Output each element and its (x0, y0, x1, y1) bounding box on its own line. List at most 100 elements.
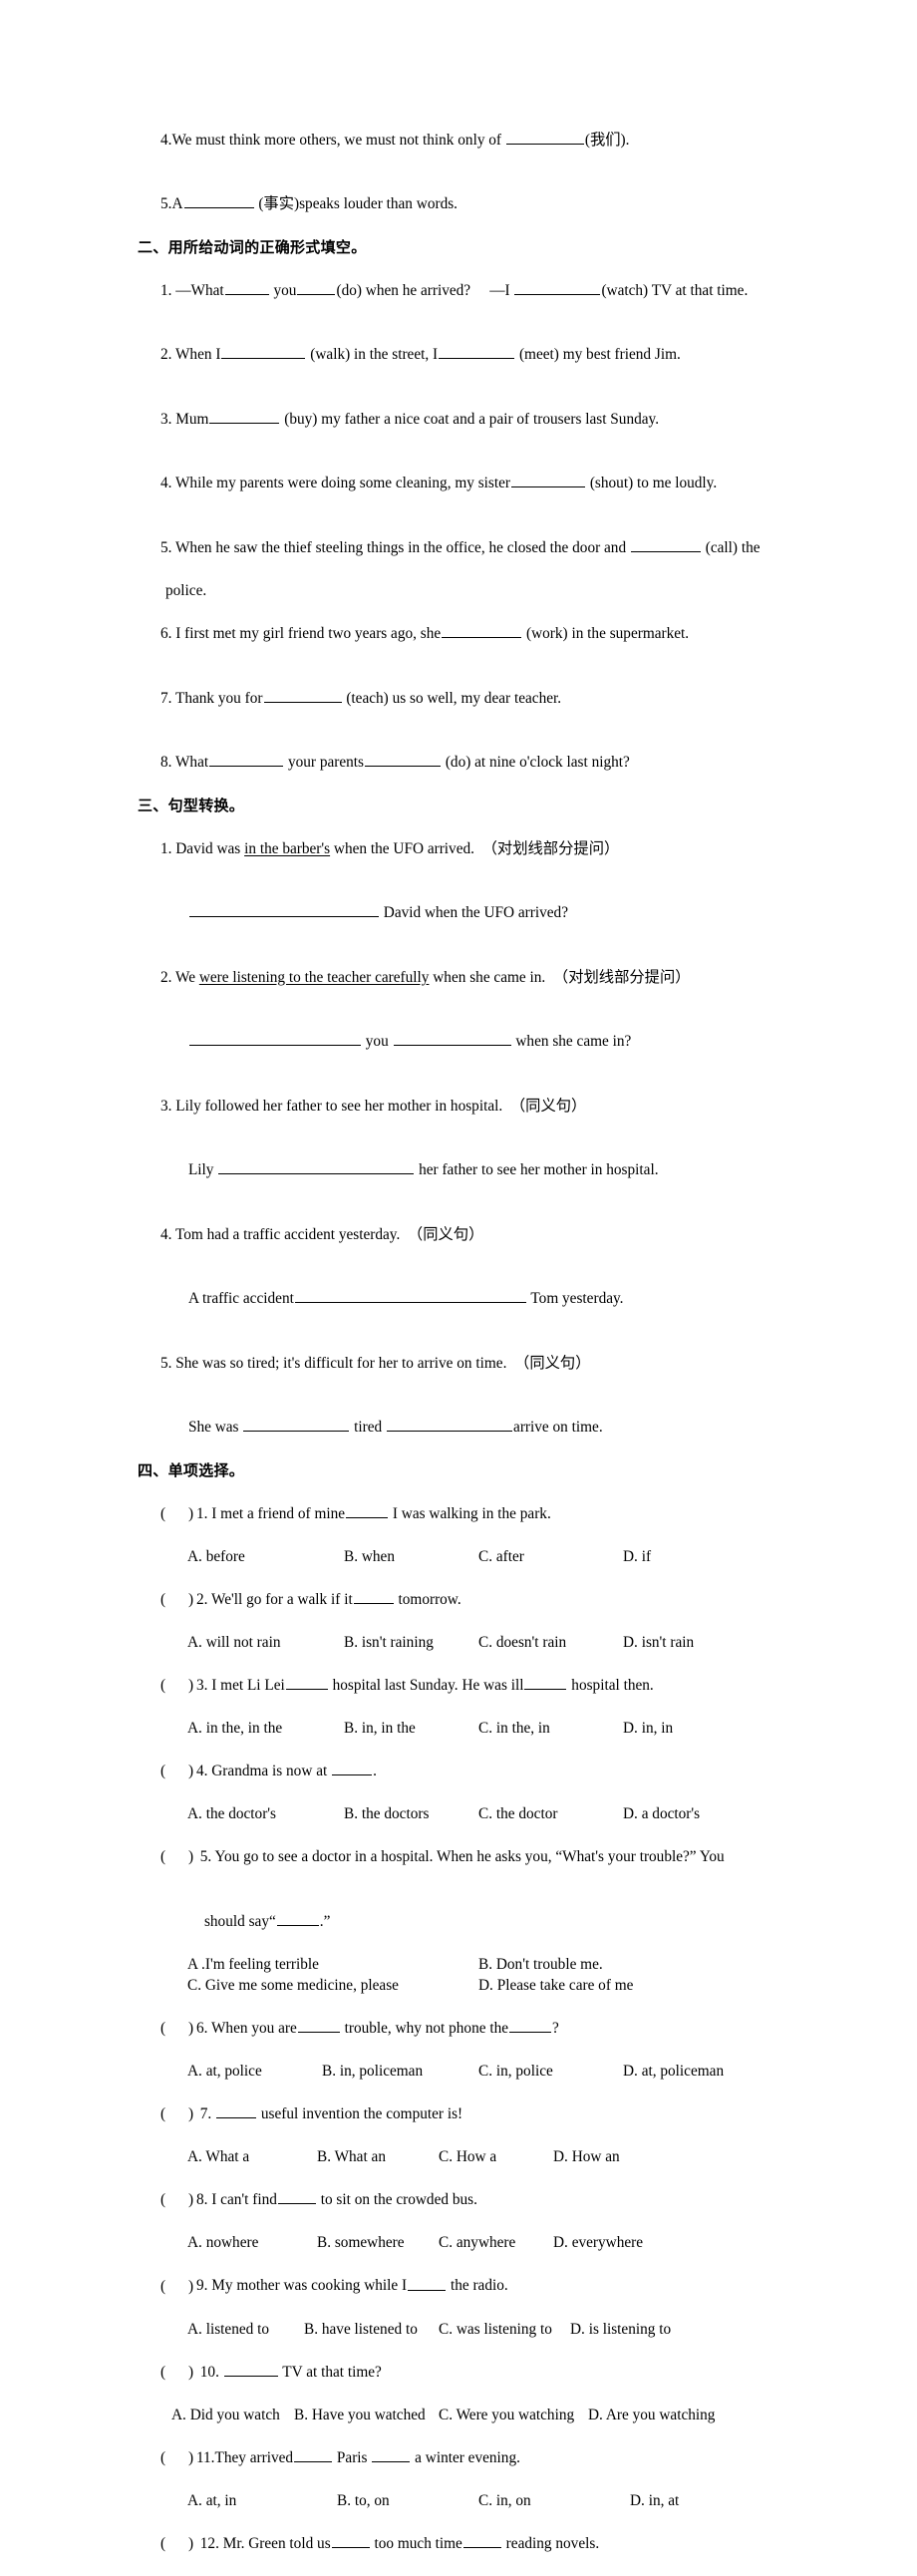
answer-bracket[interactable]: ( ) (160, 1503, 196, 1525)
answer-blank[interactable] (224, 280, 269, 295)
item-text: arrive on time. (513, 1419, 603, 1437)
option-a[interactable]: A. in the, in the (187, 1718, 282, 1740)
option-a[interactable]: A. at, in (187, 2490, 236, 2512)
answer-blank[interactable] (514, 280, 601, 295)
item-text: TV at that time? (278, 2363, 382, 2381)
answer-bracket[interactable]: ( ) (160, 1675, 196, 1697)
answer-bracket[interactable]: ( ) (160, 2276, 196, 2298)
option-a[interactable]: A. before (187, 1546, 245, 1568)
option-b[interactable]: B. the doctors (344, 1803, 429, 1825)
answer-bracket[interactable]: ( ) (160, 1589, 196, 1611)
option-d[interactable]: D. everywhere (553, 2232, 643, 2254)
answer-blank[interactable] (408, 2275, 447, 2291)
option-b[interactable]: B. Have you watched (294, 2405, 426, 2426)
option-c[interactable]: C. in the, in (478, 1718, 550, 1740)
answer-bracket[interactable]: ( ) (160, 1846, 196, 1868)
answer-blank[interactable] (372, 2447, 411, 2462)
option-b[interactable]: B. have listened to (304, 2319, 418, 2341)
option-c[interactable]: C. the doctor (478, 1803, 557, 1825)
option-c[interactable]: C. Give me some medicine, please (187, 1975, 399, 1997)
answer-blank[interactable] (209, 409, 280, 424)
answer-bracket[interactable]: ( ) (160, 2447, 196, 2469)
answer-bracket[interactable]: ( ) (160, 1761, 196, 1782)
option-d[interactable]: D. if (623, 1546, 651, 1568)
option-d[interactable]: D. Please take care of me (478, 1975, 633, 1997)
answer-blank[interactable] (331, 2533, 370, 2548)
answer-blank[interactable] (188, 902, 379, 918)
option-b[interactable]: B. to, on (337, 2490, 390, 2512)
answer-blank[interactable] (285, 1675, 328, 1691)
option-a[interactable]: A. Did you watch (171, 2405, 280, 2426)
answer-blank[interactable] (462, 2533, 501, 2548)
answer-blank[interactable] (216, 2103, 257, 2119)
option-c[interactable]: C. anywhere (439, 2232, 515, 2254)
answer-blank[interactable] (294, 2447, 333, 2462)
option-c[interactable]: C. was listening to (439, 2319, 552, 2341)
option-d[interactable]: D. Are you watching (588, 2405, 715, 2426)
option-a[interactable]: A. at, police (187, 2061, 262, 2083)
option-d[interactable]: D. a doctor's (623, 1803, 700, 1825)
option-a[interactable]: A. the doctor's (187, 1803, 276, 1825)
answer-blank[interactable] (365, 752, 441, 768)
section-three-item-1-answer: David when the UFO arrived? (138, 881, 835, 946)
option-b[interactable]: B. somewhere (317, 2232, 405, 2254)
answer-blank[interactable] (276, 1911, 319, 1926)
option-b[interactable]: B. in, policeman (322, 2061, 423, 2083)
answer-bracket[interactable]: ( ) (160, 2533, 196, 2555)
answer-blank[interactable] (439, 344, 515, 360)
option-d[interactable]: D. isn't rain (623, 1632, 694, 1654)
option-d[interactable]: D. in, in (623, 1718, 673, 1740)
answer-blank[interactable] (294, 1288, 526, 1304)
option-c[interactable]: C. in, on (478, 2490, 531, 2512)
answer-blank[interactable] (511, 473, 586, 488)
answer-blank[interactable] (353, 1589, 394, 1605)
answer-bracket[interactable]: ( ) (160, 2103, 196, 2125)
answer-blank[interactable] (332, 1761, 373, 1776)
answer-blank[interactable] (442, 623, 522, 638)
answer-blank[interactable] (243, 1417, 350, 1433)
answer-blank[interactable] (346, 1503, 389, 1518)
answer-blank[interactable] (524, 1675, 567, 1691)
answer-blank[interactable] (277, 2189, 316, 2205)
option-b[interactable]: B. Don't trouble me. (478, 1954, 603, 1976)
answer-bracket[interactable]: ( ) (160, 2018, 196, 2040)
option-d[interactable]: D. at, policeman (623, 2061, 724, 2083)
option-b[interactable]: B. in, in the (344, 1718, 416, 1740)
mc-question-6: ( ) 6. When you are trouble, why not phon… (138, 1997, 835, 2062)
answer-blank[interactable] (263, 688, 342, 703)
answer-blank[interactable] (221, 344, 306, 360)
answer-blank[interactable] (387, 1417, 513, 1433)
item-text: Lily followed her father to see her moth… (171, 1097, 587, 1115)
answer-bracket[interactable]: ( ) (160, 2189, 196, 2211)
answer-blank[interactable] (509, 2018, 552, 2034)
option-a[interactable]: A. What a (187, 2146, 249, 2168)
option-c[interactable]: C. Were you watching (439, 2405, 574, 2426)
answer-blank[interactable] (297, 280, 336, 295)
option-c[interactable]: C. in, police (478, 2061, 553, 2083)
option-a[interactable]: A. nowhere (187, 2232, 258, 2254)
option-c[interactable]: C. doesn't rain (478, 1632, 566, 1654)
answer-blank[interactable] (218, 1159, 415, 1175)
answer-blank[interactable] (393, 1031, 511, 1047)
answer-blank[interactable] (183, 193, 254, 209)
option-b[interactable]: B. isn't raining (344, 1632, 434, 1654)
answer-blank[interactable] (297, 2018, 340, 2034)
option-d[interactable]: D. in, at (630, 2490, 679, 2512)
option-c[interactable]: C. after (478, 1546, 524, 1568)
option-c[interactable]: C. How a (439, 2146, 496, 2168)
option-d[interactable]: D. is listening to (570, 2319, 671, 2341)
answer-bracket[interactable]: ( ) (160, 2362, 196, 2384)
item-number: 5. (159, 1354, 172, 1372)
answer-blank[interactable] (505, 130, 584, 145)
answer-blank[interactable] (630, 537, 701, 552)
item-number: 6. (159, 625, 172, 642)
answer-blank[interactable] (223, 2362, 278, 2377)
answer-blank[interactable] (188, 1031, 361, 1047)
option-d[interactable]: D. How an (553, 2146, 620, 2168)
option-a[interactable]: A. will not rain (187, 1632, 280, 1654)
option-b[interactable]: B. when (344, 1546, 395, 1568)
answer-blank[interactable] (209, 752, 284, 768)
option-a[interactable]: A .I'm feeling terrible (187, 1954, 319, 1976)
option-a[interactable]: A. listened to (187, 2319, 269, 2341)
option-b[interactable]: B. What an (317, 2146, 386, 2168)
